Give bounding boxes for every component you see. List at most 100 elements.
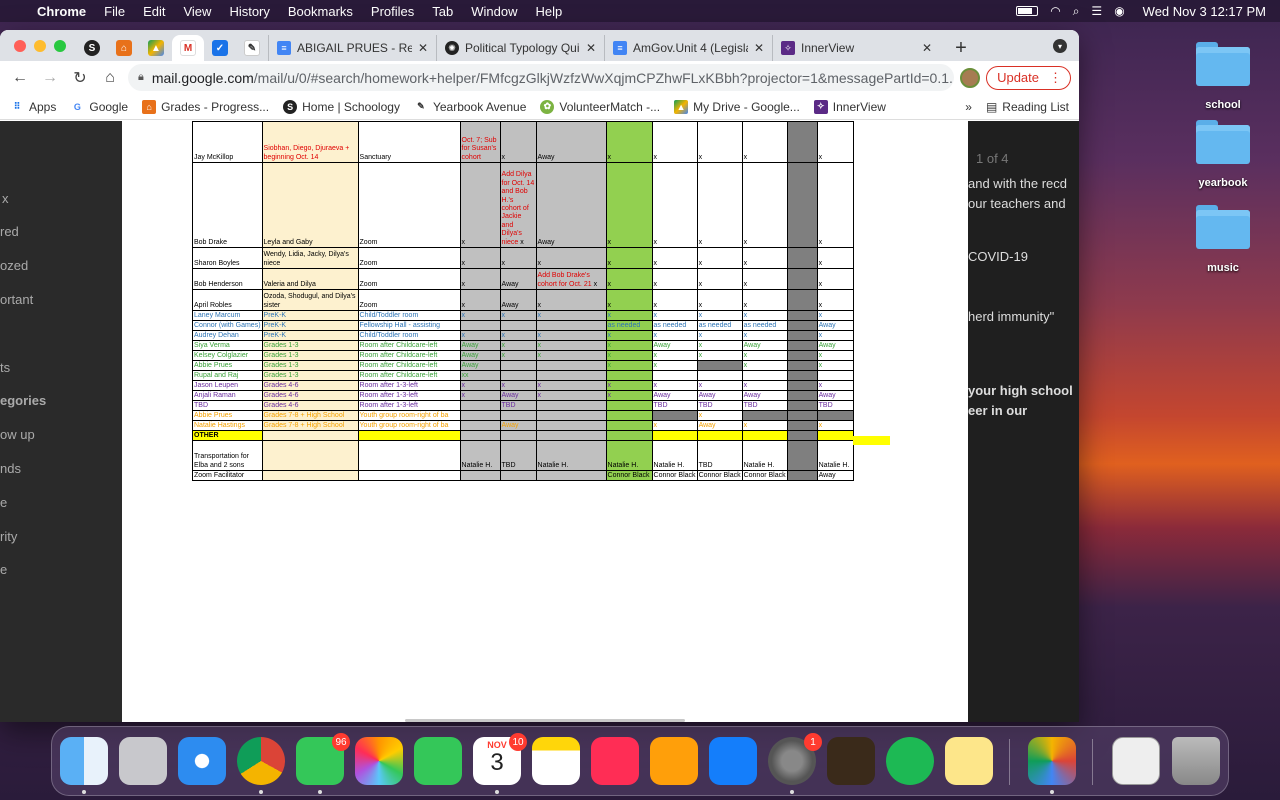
pages-icon[interactable] [650,737,698,785]
message-fragment: your high school [968,383,1073,398]
settings-badge: 1 [804,733,822,751]
folder-label-music[interactable]: music [1178,262,1268,274]
menu-help[interactable]: Help [527,4,572,19]
downloads-stack-icon[interactable] [1112,737,1160,785]
wifi-icon[interactable]: ◠ [1050,4,1060,18]
bookmark-google[interactable]: G Google [70,99,128,114]
table-cell: Grades 4-6 [261,400,359,411]
bookmark-innerview[interactable]: ✧ InnerView [813,99,886,114]
photos-icon[interactable] [355,737,403,785]
reading-list-button[interactable]: ▤ Reading List [986,100,1069,114]
trash-icon[interactable] [1172,737,1220,785]
table-cell [786,310,818,321]
update-button[interactable]: Update ⋮ [986,65,1071,90]
stickies-icon[interactable] [945,737,993,785]
url-path: /mail/u/0/#search/homework+helper/FMfcgz… [253,69,955,86]
back-arrow-icon[interactable]: ← [8,66,32,90]
close-tab-icon[interactable]: ✕ [418,41,428,55]
table-cell: Room after Childcare-left [357,370,461,381]
messages-icon[interactable]: 96 [296,733,350,785]
search-icon[interactable]: ⌕ [1073,4,1080,19]
tab-search-icon[interactable]: ▾ [1053,39,1067,53]
table-cell: Away [535,162,607,248]
table-cell: x [741,247,788,269]
table-cell [499,470,537,481]
system-preferences-icon[interactable]: 1 [768,733,822,785]
message-fragment: eer in our [968,403,1028,418]
tab-gmail[interactable]: M [172,35,204,61]
menu-profiles[interactable]: Profiles [362,4,423,19]
table-cell [786,289,818,311]
bookmark-apps[interactable]: ⠿ Apps [10,99,56,114]
tab-amgov[interactable]: ≡ AmGov.Unit 4 (Legisla ✕ [604,35,772,61]
folder-icon[interactable] [1196,42,1250,86]
minimize-window-button[interactable] [34,39,46,52]
table-cell: x [499,247,537,269]
running-indicator [82,790,86,794]
tab-classwork[interactable]: ✓ [204,35,236,61]
horizontal-scrollbar[interactable] [405,719,685,722]
menu-window[interactable]: Window [462,4,526,19]
tab-political-typology[interactable]: ✺ Political Typology Qui ✕ [436,35,604,61]
table-row: Bob Henderson Valeria and Dilya Zoom x A… [192,268,854,290]
tab-yearbook[interactable]: ✎ [236,35,268,61]
folder-icon[interactable] [1196,120,1250,164]
menu-bookmarks[interactable]: Bookmarks [279,4,362,19]
folder-icon[interactable] [1196,205,1250,249]
siri-icon[interactable]: ◉ [1114,4,1124,18]
new-tab-button[interactable]: + [946,35,976,61]
table-row: Anjali Raman Grades 4-6 Room after 1-3-lef… [192,390,854,401]
news-icon[interactable] [591,737,639,785]
control-center-icon[interactable]: ☰ [1091,4,1102,18]
menu-app-name[interactable]: Chrome [28,4,95,19]
menubar-clock[interactable]: Wed Nov 3 12:17 PM [1143,4,1266,19]
table-cell [459,400,501,411]
tab-abigail-prues[interactable]: ≡ ABIGAIL PRUES - Rea ✕ [268,35,436,61]
forward-arrow-icon[interactable]: → [38,66,62,90]
tab-schoology[interactable]: S [76,35,108,61]
bookmark-drive[interactable]: ▲ My Drive - Google... [674,99,800,114]
app-store-icon[interactable] [709,737,757,785]
close-tab-icon[interactable]: ✕ [754,41,764,55]
close-tab-icon[interactable]: ✕ [586,41,596,55]
tab-grades[interactable]: ⌂ [108,35,140,61]
profile-avatar[interactable] [960,67,981,88]
calendar-icon[interactable]: NOV 3 10 [473,733,527,785]
finder-icon[interactable] [60,737,108,785]
table-cell: x [741,380,788,391]
safari-icon[interactable] [178,737,226,785]
launchpad-icon[interactable] [119,737,167,785]
folder-label-school[interactable]: school [1178,99,1268,111]
close-window-button[interactable] [14,39,26,52]
menu-file[interactable]: File [95,4,134,19]
menu-view[interactable]: View [174,4,220,19]
menu-history[interactable]: History [220,4,278,19]
reload-icon[interactable]: ↻ [68,66,92,90]
facetime-icon[interactable] [414,737,462,785]
bookmarks-overflow-icon[interactable]: » [965,100,972,114]
tab-drive[interactable]: ▲ [140,35,172,61]
garageband-icon[interactable] [827,737,875,785]
tab-innerview[interactable]: ✧ InnerView ✕ [772,35,940,61]
table-cell [741,410,788,421]
lock-icon[interactable]: 🔒︎ [138,71,144,84]
bookmark-yearbook[interactable]: ✎ Yearbook Avenue [413,99,526,114]
address-bar[interactable]: 🔒︎ mail.google.com/mail/u/0/#search/home… [128,64,955,91]
table-cell: x [605,360,653,371]
zoom-window-button[interactable] [54,39,66,52]
spotify-icon[interactable] [886,737,934,785]
table-cell: x [535,247,607,269]
home-icon[interactable]: ⌂ [98,66,122,90]
bookmark-schoology[interactable]: S Home | Schoology [283,99,400,114]
notes-icon[interactable] [532,737,580,785]
menu-edit[interactable]: Edit [134,4,174,19]
folder-label-yearbook[interactable]: yearbook [1178,177,1268,189]
bookmark-grades[interactable]: ⌂ Grades - Progress... [142,99,269,114]
screen-time-icon[interactable] [1028,737,1076,785]
chrome-icon[interactable] [237,737,285,785]
bookmark-volunteermatch[interactable]: ✿ VolunteerMatch -... [540,99,660,114]
battery-icon[interactable] [1016,6,1039,16]
table-cell: Zoom [357,247,461,269]
close-tab-icon[interactable]: ✕ [922,41,932,55]
menu-tab[interactable]: Tab [423,4,462,19]
